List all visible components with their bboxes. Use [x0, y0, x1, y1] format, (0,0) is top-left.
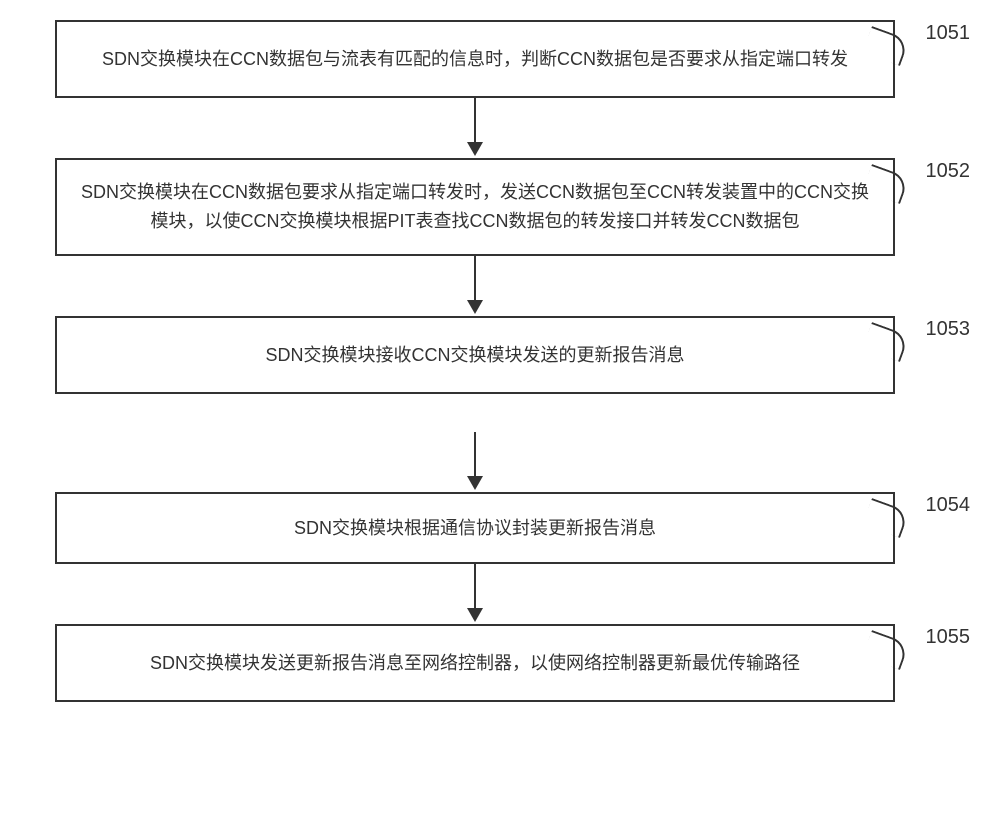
step-label: 1052 [926, 160, 971, 183]
arrow-line [474, 564, 476, 608]
step-label: 1053 [926, 318, 971, 341]
arrow-line [474, 256, 476, 300]
arrow-head [467, 142, 483, 156]
step-wrapper-2: SDN交换模块在CCN数据包要求从指定端口转发时，发送CCN数据包至CCN转发装… [30, 158, 920, 256]
flowchart-container: SDN交换模块在CCN数据包与流表有匹配的信息时，判断CCN数据包是否要求从指定… [0, 20, 1000, 702]
step-wrapper-4: SDN交换模块根据通信协议封装更新报告消息 1054 [30, 492, 920, 564]
step-label: 1051 [926, 22, 971, 45]
step-text: SDN交换模块在CCN数据包要求从指定端口转发时，发送CCN数据包至CCN转发装… [77, 178, 873, 236]
step-wrapper-3: SDN交换模块接收CCN交换模块发送的更新报告消息 1053 [30, 316, 920, 394]
arrow-down-icon [467, 256, 483, 316]
step-wrapper-5: SDN交换模块发送更新报告消息至网络控制器，以使网络控制器更新最优传输路径 10… [30, 624, 920, 702]
arrow-head [467, 300, 483, 314]
label-wrap-4: 1054 [890, 498, 980, 534]
label-wrap-2: 1052 [890, 164, 980, 200]
label-wrap-5: 1055 [890, 630, 980, 666]
step-label: 1055 [926, 626, 971, 649]
arrow-head [467, 476, 483, 490]
arrow-line [474, 432, 476, 476]
arrow-down-icon [467, 564, 483, 624]
step-label: 1054 [926, 494, 971, 517]
step-box-1055: SDN交换模块发送更新报告消息至网络控制器，以使网络控制器更新最优传输路径 [55, 624, 895, 702]
step-text: SDN交换模块发送更新报告消息至网络控制器，以使网络控制器更新最优传输路径 [150, 649, 800, 678]
step-box-1054: SDN交换模块根据通信协议封装更新报告消息 [55, 492, 895, 564]
step-box-1052: SDN交换模块在CCN数据包要求从指定端口转发时，发送CCN数据包至CCN转发装… [55, 158, 895, 256]
step-text: SDN交换模块在CCN数据包与流表有匹配的信息时，判断CCN数据包是否要求从指定… [102, 45, 848, 74]
step-box-1051: SDN交换模块在CCN数据包与流表有匹配的信息时，判断CCN数据包是否要求从指定… [55, 20, 895, 98]
step-text: SDN交换模块根据通信协议封装更新报告消息 [294, 514, 656, 543]
arrow-line [474, 98, 476, 142]
arrow-down-icon [467, 98, 483, 158]
step-box-1053: SDN交换模块接收CCN交换模块发送的更新报告消息 [55, 316, 895, 394]
arrow-down-icon [467, 432, 483, 492]
step-wrapper-1: SDN交换模块在CCN数据包与流表有匹配的信息时，判断CCN数据包是否要求从指定… [30, 20, 920, 98]
label-wrap-3: 1053 [890, 322, 980, 358]
step-text: SDN交换模块接收CCN交换模块发送的更新报告消息 [266, 341, 685, 370]
label-wrap-1: 1051 [890, 26, 980, 62]
arrow-head [467, 608, 483, 622]
